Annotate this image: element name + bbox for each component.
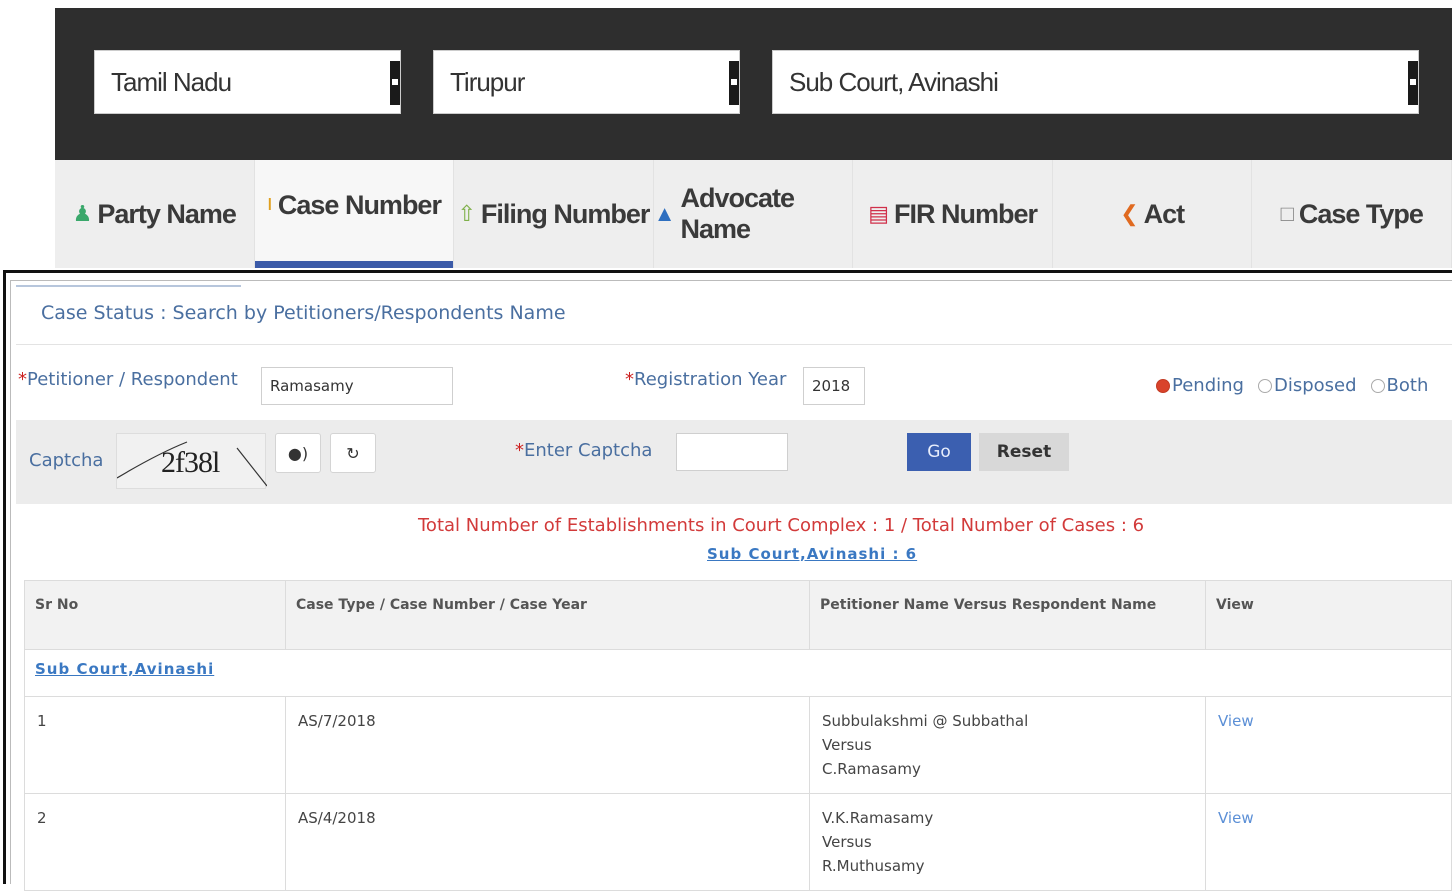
tab-label: Act (1143, 198, 1186, 229)
captcha-input[interactable] (676, 433, 788, 471)
registration-year-label: *Registration Year (625, 369, 787, 390)
report-icon: ▤ (868, 201, 889, 226)
petitioner-name: Subbulakshmi @ Subbathal (822, 712, 1029, 730)
case-cell: AS/4/2018 (285, 793, 810, 891)
radio-both[interactable]: Both (1370, 375, 1429, 396)
party-name-label-text: Petitioner / Respondent (27, 369, 238, 390)
table-row: 1 AS/7/2018 Subbulakshmi @ Subbathal Ver… (24, 696, 1452, 794)
radio-label: Pending (1172, 375, 1244, 396)
column-header: Petitioner Name Versus Respondent Name (809, 580, 1206, 650)
enter-captcha-label: *Enter Captcha (515, 440, 653, 461)
page-title: Case Status : Search by Petitioners/Resp… (41, 302, 566, 324)
petitioner-name: V.K.Ramasamy (822, 809, 934, 827)
court-group-link[interactable]: Sub Court,Avinashi (35, 660, 214, 678)
column-header: View (1205, 580, 1452, 650)
radio-empty-icon (1370, 378, 1385, 393)
parties-cell: Subbulakshmi @ Subbathal Versus C.Ramasa… (809, 696, 1206, 794)
view-link[interactable]: View (1218, 712, 1254, 730)
tab-party-name[interactable]: ♟ Party Name (55, 160, 255, 268)
table-row: 2 AS/4/2018 V.K.Ramasamy Versus R.Muthus… (24, 793, 1452, 891)
registration-year-input[interactable]: 2018 (803, 367, 865, 405)
court-select-value: Sub Court, Avinashi (789, 66, 999, 97)
case-cell: AS/7/2018 (285, 696, 810, 794)
radio-disposed[interactable]: Disposed (1257, 375, 1357, 396)
radio-label: Disposed (1273, 375, 1357, 396)
view-cell: View (1205, 793, 1452, 891)
parties-cell: V.K.Ramasamy Versus R.Muthusamy (809, 793, 1206, 891)
tab-label: Case Type (1298, 198, 1424, 229)
radio-pending[interactable]: Pending (1156, 375, 1244, 396)
gavel-icon: ❮ (1120, 201, 1138, 226)
court-group-cell: Sub Court,Avinashi (24, 649, 1452, 697)
tab-label: Filing Number (480, 198, 650, 229)
refresh-icon: ↻ (346, 443, 360, 463)
column-header: Case Type / Case Number / Case Year (285, 580, 810, 650)
captcha-label: Captcha (29, 450, 104, 471)
column-header: Sr No (24, 580, 286, 650)
sr-cell: 2 (24, 793, 286, 891)
radio-label: Both (1386, 375, 1429, 396)
file-icon: □ (1280, 201, 1294, 226)
view-link[interactable]: View (1218, 809, 1254, 827)
versus-text: Versus (822, 736, 872, 754)
title-accent (16, 285, 241, 287)
district-select[interactable]: Tirupur (433, 50, 740, 114)
tab-label: Case Number (277, 190, 442, 220)
chevron-down-icon (390, 61, 400, 105)
document-up-icon: ⇧ (457, 201, 475, 226)
captcha-image: 2f38l (116, 433, 267, 489)
respondent-name: C.Ramasamy (822, 760, 921, 778)
table-header-row: Sr No Case Type / Case Number / Case Yea… (24, 580, 1452, 650)
chevron-down-icon (1408, 61, 1418, 105)
person-icon: ♟ (72, 201, 93, 226)
radio-selected-icon (1156, 378, 1170, 393)
results-table: Sr No Case Type / Case Number / Case Yea… (24, 580, 1452, 891)
tab-case-type[interactable]: □ Case Type (1252, 160, 1452, 268)
court-group-row: Sub Court,Avinashi (24, 649, 1452, 697)
divider (16, 344, 1452, 345)
user-icon: ▲ (653, 201, 676, 226)
tab-label: Party Name (97, 198, 237, 229)
go-button[interactable]: Go (907, 433, 971, 471)
tab-fir-number[interactable]: ▤ FIR Number (853, 160, 1053, 268)
tab-case-number[interactable]: ı Case Number (254, 160, 455, 268)
case-status-radio-group: Pending Disposed Both (1156, 375, 1428, 396)
registration-year-label-text: Registration Year (634, 369, 787, 390)
tab-label: Advocate Name (680, 183, 796, 244)
court-select[interactable]: Sub Court, Avinashi (772, 50, 1419, 114)
captcha-text: 2f38l (161, 446, 220, 479)
district-select-value: Tirupur (450, 66, 525, 97)
tab-act[interactable]: ❮ Act (1053, 160, 1253, 268)
state-select[interactable]: Tamil Nadu (94, 50, 401, 114)
party-name-label: *Petitioner / Respondent (18, 369, 238, 390)
view-cell: View (1205, 696, 1452, 794)
enter-captcha-label-text: Enter Captcha (524, 440, 653, 461)
radio-empty-icon (1257, 378, 1272, 393)
sr-cell: 1 (24, 696, 286, 794)
versus-text: Versus (822, 833, 872, 851)
speaker-icon: ●) (287, 443, 309, 463)
tab-label: FIR Number (893, 198, 1038, 229)
party-name-input[interactable]: Ramasamy (261, 367, 453, 405)
audio-captcha-button[interactable]: ●) (275, 433, 321, 473)
state-select-value: Tamil Nadu (111, 66, 232, 97)
search-tabs: ♟ Party Name ı Case Number ⇧ Filing Numb… (55, 160, 1452, 268)
tab-advocate-name[interactable]: ▲ Advocate Name (654, 160, 854, 268)
court-selector-bar: Tamil Nadu Tirupur Sub Court, Avinashi (55, 8, 1452, 160)
refresh-captcha-button[interactable]: ↻ (330, 433, 376, 473)
establishment-link[interactable]: Sub Court,Avinashi : 6 (707, 545, 917, 563)
reset-button[interactable]: Reset (979, 433, 1069, 471)
tab-filing-number[interactable]: ⇧ Filing Number (454, 160, 654, 268)
info-icon: ı (266, 190, 273, 215)
respondent-name: R.Muthusamy (822, 857, 925, 875)
case-count-summary: Total Number of Establishments in Court … (418, 515, 1145, 536)
chevron-down-icon (729, 61, 739, 105)
